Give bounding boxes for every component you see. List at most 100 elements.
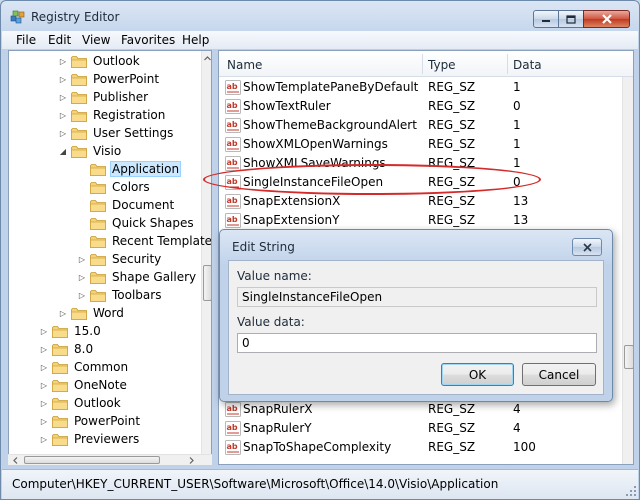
registry-value-row[interactable]: ab SnapExtensionX REG_SZ 13: [219, 192, 624, 211]
value-type-cell: REG_SZ: [428, 421, 476, 435]
cancel-button[interactable]: Cancel: [522, 363, 596, 386]
expand-arrow-icon[interactable]: ▷: [77, 254, 87, 264]
registry-value-row[interactable]: ab ShowXMLOpenWarnings REG_SZ 1: [219, 135, 624, 154]
value-data-cell: 13: [513, 213, 529, 227]
value-name-cell: SnapRulerX: [243, 402, 313, 416]
registry-value-row[interactable]: ab SnapToShapeComplexity REG_SZ 100: [219, 438, 624, 457]
tree-hscroll-thumb[interactable]: [24, 456, 160, 464]
scroll-up-arrow-icon[interactable]: [202, 53, 212, 64]
value-data-input[interactable]: 0: [237, 333, 597, 353]
folder-icon: [90, 289, 106, 302]
close-icon: [601, 14, 612, 24]
column-divider[interactable]: [422, 54, 423, 74]
expand-arrow-icon[interactable]: ▷: [39, 362, 49, 372]
tree-item[interactable]: ▷ PowerPoint: [58, 70, 161, 88]
tree-vertical-scrollbar[interactable]: [201, 51, 212, 464]
folder-icon: [52, 415, 68, 428]
tree-item[interactable]: ▷ Toolbars: [77, 286, 163, 304]
column-divider[interactable]: [507, 54, 508, 74]
expand-arrow-icon[interactable]: ▷: [39, 326, 49, 336]
tree-item-label: 15.0: [74, 324, 101, 338]
menu-help[interactable]: Help: [182, 33, 209, 47]
tree-item[interactable]: Recent Templates: [77, 232, 211, 250]
maximize-button[interactable]: [558, 10, 584, 28]
tree-item[interactable]: ▷ Previewers: [39, 430, 141, 448]
tree-item[interactable]: ▷ Word: [58, 304, 126, 322]
tree-item[interactable]: Colors: [77, 178, 152, 196]
expand-arrow-icon[interactable]: ▷: [39, 434, 49, 444]
scroll-right-arrow-icon[interactable]: [186, 455, 197, 466]
column-header-data[interactable]: Data: [513, 58, 542, 72]
expand-arrow-icon[interactable]: ▷: [39, 416, 49, 426]
tree-item[interactable]: Quick Shapes: [77, 214, 196, 232]
close-button[interactable]: [583, 10, 630, 28]
expand-arrow-icon[interactable]: ▷: [58, 92, 68, 102]
ok-button[interactable]: OK: [441, 363, 514, 386]
expand-arrow-icon[interactable]: ▷: [58, 308, 68, 318]
value-name-cell: SnapExtensionX: [243, 194, 341, 208]
folder-icon: [71, 109, 87, 122]
expand-arrow-icon[interactable]: ▷: [39, 398, 49, 408]
expand-arrow-icon[interactable]: ▷: [39, 344, 49, 354]
string-value-icon: ab: [225, 99, 241, 114]
expand-arrow-icon[interactable]: ▷: [58, 128, 68, 138]
tree-item[interactable]: Document: [77, 196, 176, 214]
value-name-field: SingleInstanceFileOpen: [237, 287, 597, 307]
registry-value-row[interactable]: ab ShowTextRuler REG_SZ 0: [219, 97, 624, 116]
string-value-icon: ab: [225, 80, 241, 95]
tree-item[interactable]: ▷ 8.0: [39, 340, 95, 358]
maximize-icon: [566, 14, 576, 24]
tree-item[interactable]: ▷ PowerPoint: [39, 412, 142, 430]
folder-icon: [52, 343, 68, 356]
expand-arrow-icon[interactable]: ▷: [58, 56, 68, 66]
tree-horizontal-scrollbar[interactable]: [8, 454, 212, 465]
registry-key-tree[interactable]: ▷ Outlook ▷ PowerPoint ▷ Publisher ▷ Registrati…: [8, 50, 212, 465]
registry-value-row[interactable]: ab ShowTemplatePaneByDefault REG_SZ 1: [219, 78, 624, 97]
registry-value-row[interactable]: ab SnapExtensionY REG_SZ 13: [219, 211, 624, 230]
folder-icon: [52, 325, 68, 338]
column-header-type[interactable]: Type: [428, 58, 456, 72]
menu-favorites[interactable]: Favorites: [121, 33, 175, 47]
registry-value-row[interactable]: ab SnapRulerY REG_SZ 4: [219, 419, 624, 438]
value-data-cell: 1: [513, 118, 521, 132]
scroll-left-arrow-icon[interactable]: [10, 455, 21, 466]
menu-file[interactable]: File: [16, 33, 36, 47]
tree-item[interactable]: ▷ Security: [77, 250, 163, 268]
expand-arrow-icon[interactable]: ▷: [77, 290, 87, 300]
expand-arrow-icon[interactable]: ▷: [77, 272, 87, 282]
tree-item[interactable]: ▷ Outlook: [58, 52, 142, 70]
tree-scroll-thumb[interactable]: [203, 265, 211, 301]
registry-value-row[interactable]: ab SnapRulerX REG_SZ 4: [219, 400, 624, 419]
string-value-icon: ab: [225, 421, 241, 436]
tree-item[interactable]: ▷ User Settings: [58, 124, 175, 142]
resize-grip-icon[interactable]: [625, 485, 637, 497]
value-name-cell: ShowTextRuler: [243, 99, 331, 113]
tree-item[interactable]: ▷ Outlook: [39, 394, 123, 412]
expand-arrow-icon[interactable]: ▷: [58, 110, 68, 120]
registry-value-row[interactable]: ab ShowThemeBackgroundAlert REG_SZ 1: [219, 116, 624, 135]
expand-arrow-icon[interactable]: ▷: [58, 74, 68, 84]
tree-item[interactable]: ▷ Shape Gallery: [77, 268, 198, 286]
tree-item[interactable]: ◢ Visio: [58, 142, 123, 160]
edit-string-dialog: Edit String Value name: SingleInstanceFi…: [219, 229, 613, 402]
tree-item[interactable]: Application: [77, 160, 182, 178]
column-header-name[interactable]: Name: [227, 58, 262, 72]
menu-edit[interactable]: Edit: [48, 33, 71, 47]
menu-view[interactable]: View: [82, 33, 110, 47]
tree-item[interactable]: ▷ 15.0: [39, 322, 103, 340]
value-data-cell: 1: [513, 80, 521, 94]
dialog-close-button[interactable]: [572, 238, 602, 256]
minimize-button[interactable]: [533, 10, 559, 28]
tree-item[interactable]: ▷ Publisher: [58, 88, 150, 106]
folder-icon: [71, 73, 87, 86]
value-data-cell: 100: [513, 440, 536, 454]
list-scroll-thumb[interactable]: [624, 345, 633, 369]
tree-item[interactable]: ▷ Common: [39, 358, 130, 376]
value-name-cell: SnapToShapeComplexity: [243, 440, 392, 454]
tree-item[interactable]: ▷ Registration: [58, 106, 167, 124]
collapse-arrow-icon[interactable]: ◢: [58, 146, 68, 156]
title-bar[interactable]: Registry Editor: [1, 1, 639, 31]
tree-item[interactable]: ▷ OneNote: [39, 376, 129, 394]
menu-bar: File Edit View Favorites Help: [2, 31, 638, 50]
expand-arrow-icon[interactable]: ▷: [39, 380, 49, 390]
